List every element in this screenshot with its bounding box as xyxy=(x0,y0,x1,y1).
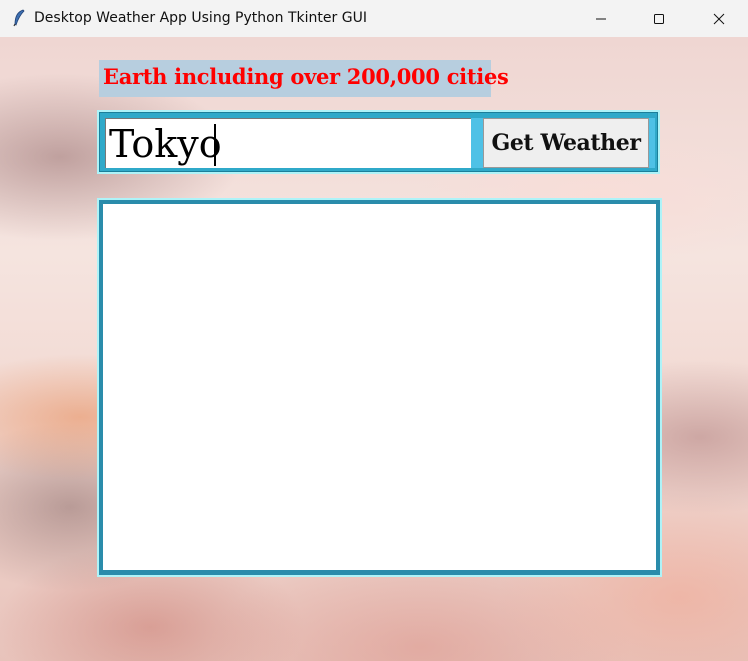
city-input[interactable] xyxy=(105,118,471,168)
feather-icon xyxy=(13,9,25,27)
close-icon xyxy=(713,13,725,24)
text-caret xyxy=(214,124,216,166)
button-edge xyxy=(649,118,655,168)
maximize-button[interactable] xyxy=(630,0,688,37)
maximize-icon xyxy=(654,13,664,24)
headline-label: Earth including over 200,000 cities xyxy=(103,64,509,89)
minimize-icon xyxy=(596,18,606,19)
minimize-button[interactable] xyxy=(572,0,630,37)
window-title: Desktop Weather App Using Python Tkinter… xyxy=(34,10,367,26)
close-button[interactable] xyxy=(690,0,748,37)
button-divider xyxy=(471,118,483,168)
weather-output-area xyxy=(103,204,656,570)
title-bar: Desktop Weather App Using Python Tkinter… xyxy=(0,0,748,37)
get-weather-button[interactable]: Get Weather xyxy=(483,118,649,168)
